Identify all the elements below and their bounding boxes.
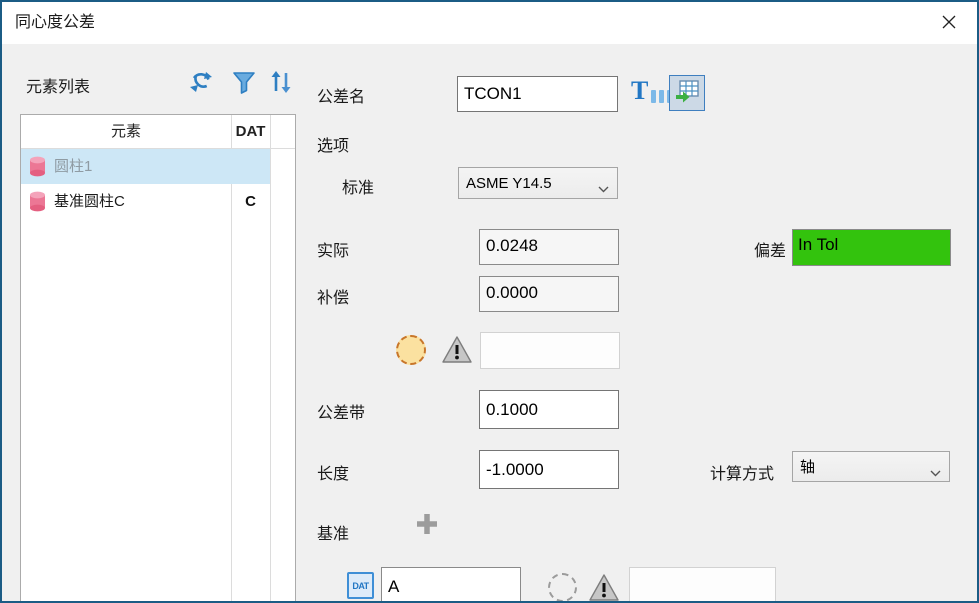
column-header-element: 元素 [21,115,231,148]
chevron-down-icon [930,464,941,481]
compensation-value-field: 0.0000 [479,276,619,312]
standard-select[interactable]: ASME Y14.5 [458,167,618,199]
tolerance-name-label: 公差名 [317,83,365,107]
axis-value-field-disabled [480,332,620,369]
row-dat-value: C [231,184,270,219]
deviation-label: 偏差 [754,237,786,261]
element-table: 元素 DAT 圆柱1 基准圆柱C [20,114,296,603]
text-label-icon-button[interactable]: T [631,79,672,103]
filter-icon [232,69,256,100]
filter-button[interactable] [231,70,257,98]
length-label: 长度 [317,460,349,484]
table-row[interactable]: 基准圆柱C C [21,184,295,219]
calc-method-label: 计算方式 [710,460,774,484]
close-icon [941,14,957,33]
sort-icon [267,69,295,100]
titlebar: 同心度公差 [2,2,977,44]
datum-a-input[interactable] [381,567,521,603]
refresh-button[interactable] [187,70,215,98]
dat-badge-icon: DAT [347,572,374,599]
refresh-icon [188,69,214,100]
options-label: 选项 [317,132,349,156]
table-row[interactable]: 圆柱1 [21,149,295,184]
add-datum-button[interactable] [414,511,440,542]
dashed-circle-icon [548,573,577,602]
sort-button[interactable] [266,70,296,98]
cylinder-icon [29,156,46,182]
send-to-report-icon [674,78,700,109]
datum-label: 基准 [317,520,349,544]
chevron-down-icon [598,180,609,197]
dialog-title: 同心度公差 [15,2,95,44]
tolerance-name-input[interactable] [457,76,618,112]
warning-icon [589,573,619,603]
text-label-icon [659,90,664,103]
actual-value-field: 0.0248 [479,229,619,265]
tolerance-zone-label: 公差带 [317,399,365,423]
plus-icon [414,524,440,541]
compensation-label: 补偿 [317,284,349,308]
standard-label: 标准 [342,174,374,198]
row-element-name: 圆柱1 [54,149,92,184]
dashed-circle-icon [396,335,426,365]
text-label-icon [651,90,656,103]
calc-method-selected-value: 轴 [800,452,815,481]
row-element-name: 基准圆柱C [54,184,125,219]
table-header: 元素 DAT [21,115,295,149]
column-header-dat: DAT [231,115,270,148]
send-to-report-button[interactable] [669,75,705,111]
concentricity-tolerance-dialog: 同心度公差 元素列表 [0,0,979,603]
length-input[interactable] [479,450,619,489]
warning-icon [442,335,472,369]
standard-selected-value: ASME Y14.5 [466,168,552,198]
tolerance-zone-input[interactable] [479,390,619,429]
text-label-icon: T [631,79,648,103]
datum-extra-field-disabled [629,567,776,603]
close-button[interactable] [931,8,967,38]
cylinder-icon [29,191,46,217]
calc-method-select[interactable]: 轴 [792,451,950,482]
actual-label: 实际 [317,237,349,261]
element-list-label: 元素列表 [26,73,90,97]
deviation-status: In Tol [792,229,951,266]
